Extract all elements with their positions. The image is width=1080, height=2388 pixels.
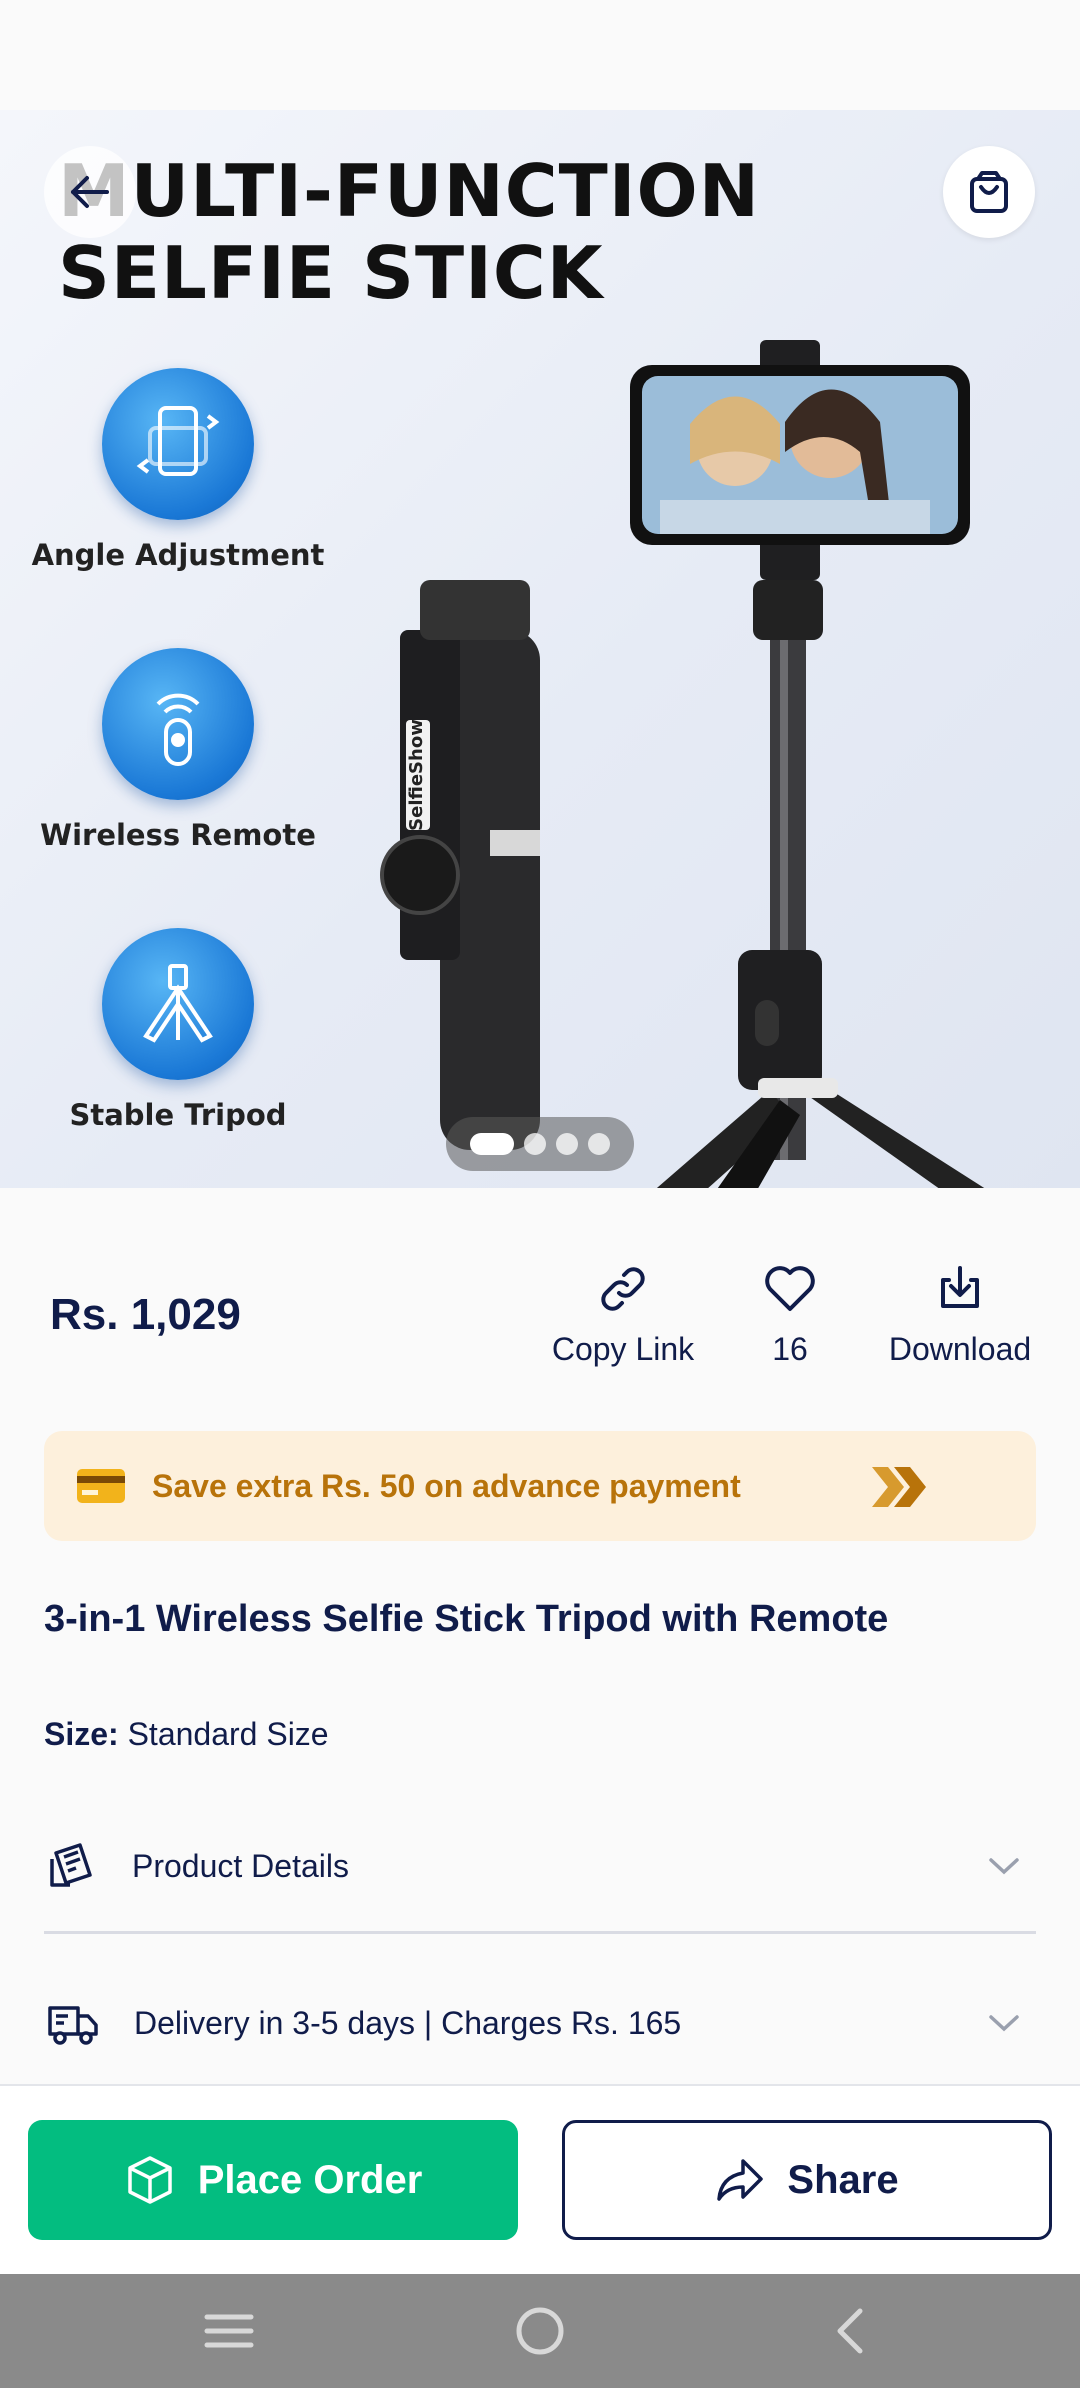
cart-button[interactable] — [943, 146, 1035, 238]
download-icon — [941, 1266, 979, 1308]
document-icon — [50, 1843, 92, 1887]
carousel-dot[interactable] — [588, 1133, 610, 1155]
delivery-truck-icon — [48, 2006, 98, 2045]
size-value: Standard Size — [127, 1716, 329, 1752]
place-order-label: Place Order — [197, 2157, 423, 2202]
divider — [44, 1931, 1036, 1934]
status-bar — [0, 0, 1080, 110]
product-image-carousel[interactable]: MULTI-FUNCTION SELFIE STICK Angle Adjust… — [0, 110, 1080, 1188]
back-chevron-icon — [837, 2308, 863, 2354]
like-count: 16 — [772, 1331, 808, 1367]
selfie-stick-product-image: SelfieShow — [380, 340, 985, 1188]
home-button[interactable] — [495, 2296, 585, 2366]
credit-card-icon — [77, 1469, 125, 1503]
feature-stable-tripod: Stable Tripod — [28, 928, 328, 1132]
carousel-dot[interactable] — [556, 1133, 578, 1155]
copy-link-label: Copy Link — [551, 1331, 695, 1367]
download-label: Download — [888, 1331, 1032, 1367]
product-details-row[interactable]: Product Details — [44, 1806, 1036, 1926]
price: Rs. 1,029 — [50, 1290, 241, 1339]
delivery-label: Delivery in 3-5 days | Charges Rs. 165 — [134, 2004, 682, 2041]
carousel-dot-active[interactable] — [470, 1133, 514, 1155]
remote-icon — [102, 648, 254, 800]
chevron-down-icon — [989, 2015, 1019, 2032]
shopping-bag-icon — [970, 171, 1008, 213]
feature-label: Angle Adjustment — [31, 538, 325, 572]
share-button[interactable]: Share — [562, 2120, 1052, 2240]
carousel-dot[interactable] — [524, 1133, 546, 1155]
delivery-info-row[interactable]: Delivery in 3-5 days | Charges Rs. 165 — [44, 1963, 1036, 2083]
carousel-indicator — [446, 1117, 634, 1171]
bottom-action-bar: Place Order Share — [0, 2084, 1080, 2274]
product-size: Size: Standard Size — [44, 1716, 329, 1753]
rotate-phone-icon — [102, 368, 254, 520]
back-button[interactable] — [44, 146, 136, 238]
feature-angle-adjustment: Angle Adjustment — [28, 368, 328, 572]
product-details-label: Product Details — [132, 1847, 349, 1884]
copy-link-button[interactable]: Copy Link — [548, 1262, 698, 1368]
home-circle-icon — [516, 2307, 564, 2355]
system-navigation-bar — [0, 2274, 1080, 2388]
download-button[interactable]: Download — [880, 1262, 1040, 1368]
size-label: Size: — [44, 1716, 119, 1752]
brand-label: SelfieShow — [406, 719, 427, 831]
feature-label: Stable Tripod — [69, 1098, 287, 1132]
box-icon — [127, 2156, 172, 2204]
chevron-down-icon — [989, 1858, 1019, 1875]
place-order-button[interactable]: Place Order — [28, 2120, 518, 2240]
recent-apps-button[interactable] — [184, 2296, 274, 2366]
system-back-button[interactable] — [805, 2296, 895, 2366]
share-label: Share — [787, 2157, 899, 2202]
double-chevron-right-icon — [872, 1467, 926, 1507]
tripod-icon — [102, 928, 254, 1080]
link-icon — [601, 1267, 645, 1311]
share-icon — [717, 2159, 764, 2201]
product-title: 3-in-1 Wireless Selfie Stick Tripod with… — [44, 1598, 889, 1640]
feature-wireless-remote: Wireless Remote — [28, 648, 328, 852]
feature-label: Wireless Remote — [40, 818, 316, 852]
menu-lines-icon — [204, 2314, 254, 2348]
heart-icon — [765, 1266, 815, 1311]
like-button[interactable]: 16 — [740, 1262, 840, 1368]
arrow-left-icon — [71, 176, 109, 208]
promo-text: Save extra Rs. 50 on advance payment — [152, 1467, 741, 1504]
advance-payment-promo[interactable]: Save extra Rs. 50 on advance payment — [44, 1431, 1036, 1541]
